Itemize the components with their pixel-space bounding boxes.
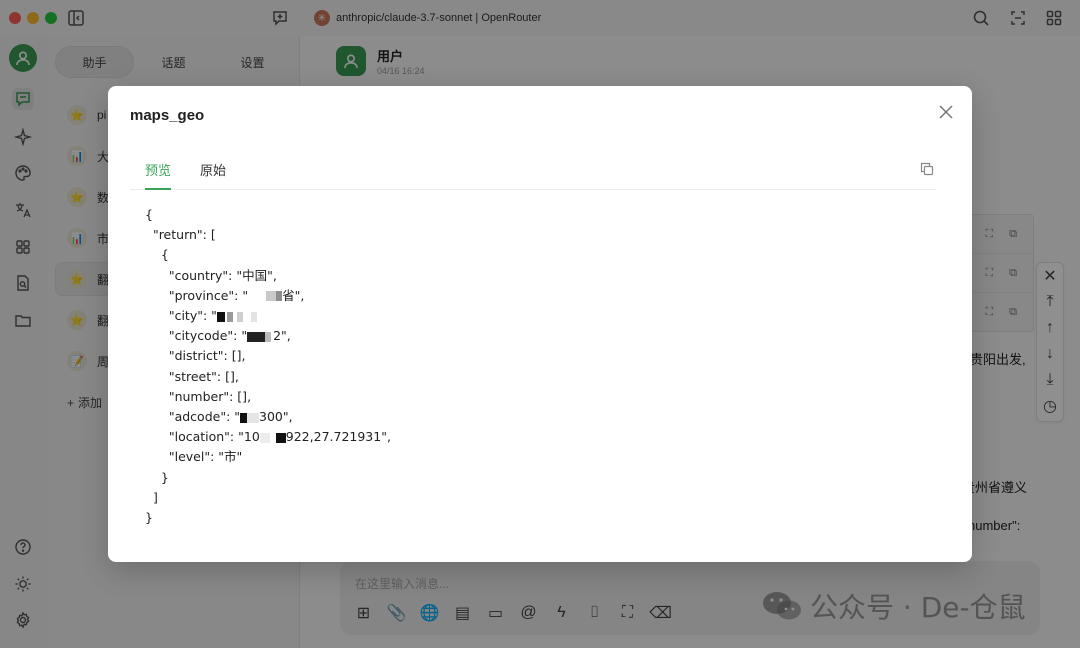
json-line-suffix: 2", <box>273 328 291 344</box>
tool-result-modal: maps_geo 预览 原始 { "return": [ { "country"… <box>108 86 972 562</box>
redaction <box>247 331 266 342</box>
json-content: { "return": [ { "country": "中国", "provin… <box>145 205 391 528</box>
json-line-location: "location": "10 922,27.721931", <box>145 427 391 447</box>
json-line-prefix: "location": "10 <box>145 429 260 445</box>
redaction <box>240 412 248 423</box>
app-window: ✳ anthropic/claude-3.7-sonnet | OpenRout… <box>0 0 1080 648</box>
json-line: "return": [ <box>145 227 216 243</box>
json-line: { <box>145 247 169 263</box>
json-line-prefix: "citycode": " <box>145 328 248 344</box>
json-line-prefix: "province": " <box>145 287 249 303</box>
json-line: } <box>145 510 153 526</box>
json-line: "number": [], <box>145 388 252 404</box>
json-line-province: "province": " 省", <box>145 286 391 306</box>
tab-preview[interactable]: 预览 <box>145 160 172 190</box>
json-line: "level": "市" <box>145 449 243 465</box>
json-line-suffix: 省", <box>282 287 305 303</box>
redaction <box>236 311 243 322</box>
json-line: "street": [], <box>145 368 239 384</box>
redaction <box>247 412 260 423</box>
copy-icon[interactable] <box>920 162 936 178</box>
redaction <box>265 331 272 342</box>
json-line: ] <box>145 489 158 505</box>
json-line-adcode: "adcode": " 300", <box>145 407 391 427</box>
json-line-city: "city": " <box>145 306 391 326</box>
json-line-suffix: 922,27.721931", <box>285 429 391 445</box>
json-line: "country": "中国", <box>145 267 277 283</box>
json-line-prefix: "adcode": " <box>145 409 241 425</box>
close-icon[interactable] <box>936 102 956 122</box>
modal-title: maps_geo <box>130 107 205 124</box>
json-line: } <box>145 469 169 485</box>
json-line: { <box>145 207 153 222</box>
tab-raw[interactable]: 原始 <box>200 160 226 190</box>
redaction <box>266 291 277 302</box>
redaction <box>226 311 233 322</box>
redaction <box>250 311 257 322</box>
redaction <box>259 432 270 443</box>
json-line-citycode: "citycode": " 2", <box>145 326 391 346</box>
json-line-suffix: 300", <box>259 409 293 425</box>
json-line-prefix: "city": " <box>145 308 217 324</box>
redaction <box>216 311 225 322</box>
redaction <box>275 432 286 443</box>
redaction <box>248 291 266 301</box>
modal-tabs: 预览 原始 <box>130 160 936 190</box>
json-line: "district": [], <box>145 348 246 364</box>
